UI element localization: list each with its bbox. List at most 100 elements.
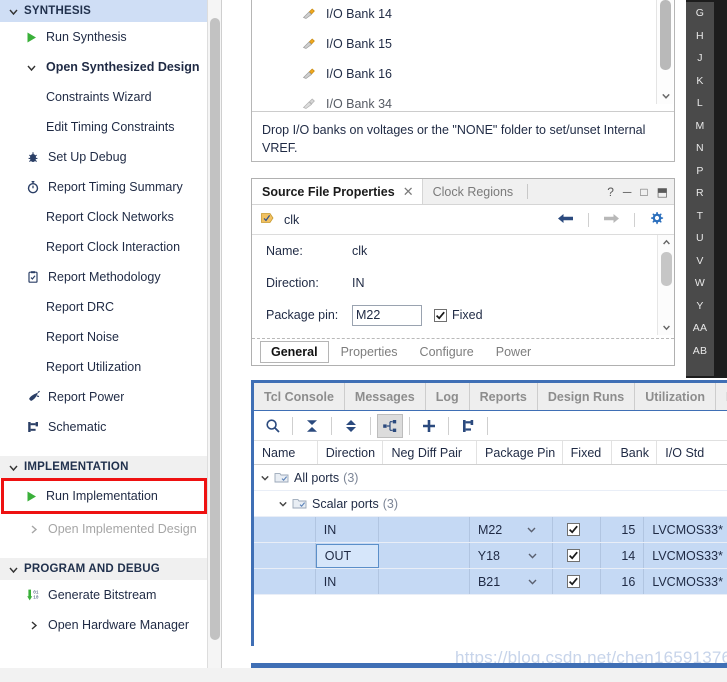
sidebar-item-report-utilization[interactable]: Report Utilization [0, 352, 221, 382]
cell-bank[interactable]: 16 [601, 569, 645, 594]
chevron-down-icon[interactable] [527, 576, 538, 587]
tab-reports[interactable]: Reports [470, 383, 538, 410]
sidebar-item-run-implementation[interactable]: Run Implementation [1, 478, 207, 514]
sidebar-scrollbar-thumb[interactable] [210, 18, 220, 640]
direction-editor[interactable]: OUT [315, 543, 380, 568]
tab-power[interactable]: Power [486, 342, 541, 362]
sidebar-item-report-clock-interaction[interactable]: Report Clock Interaction [0, 232, 221, 262]
cell-package-pin[interactable]: Y18 [470, 543, 553, 568]
tab-tcl-console[interactable]: Tcl Console [254, 383, 345, 410]
tab-log[interactable]: Log [426, 383, 470, 410]
sidebar-section-program-and-debug[interactable]: PROGRAM AND DEBUG [0, 558, 221, 580]
table-row[interactable]: IN M22 15 LVCMOS33* [254, 517, 727, 543]
chevron-down-icon[interactable] [276, 499, 290, 509]
float-icon[interactable]: ⬒ [657, 186, 668, 198]
sidebar-item-constraints-wizard[interactable]: Constraints Wizard [0, 82, 221, 112]
io-bank-scrollbar-thumb[interactable] [660, 0, 671, 70]
tab-configure[interactable]: Configure [410, 342, 484, 362]
close-icon[interactable]: ✕ [403, 184, 414, 200]
sidebar-item-schematic[interactable]: Schematic [0, 412, 221, 442]
cell-io-std[interactable]: LVCMOS33* [644, 517, 727, 542]
scroll-up-arrow-icon[interactable] [658, 235, 674, 250]
cell-neg-diff-pair[interactable] [379, 543, 470, 568]
cell-neg-diff-pair[interactable] [379, 569, 470, 594]
sidebar-item-generate-bitstream[interactable]: 01 10 Generate Bitstream [0, 580, 221, 610]
help-icon[interactable]: ? [607, 186, 614, 198]
table-row[interactable]: IN B21 16 LVCMOS33* [254, 569, 727, 595]
search-icon[interactable] [260, 414, 286, 438]
fixed-checkbox[interactable] [434, 308, 447, 322]
autofit-icon[interactable] [455, 414, 481, 438]
tab-clock-regions[interactable]: Clock Regions [423, 179, 522, 204]
sidebar-section-implementation[interactable]: IMPLEMENTATION [0, 456, 221, 478]
hierarchy-icon[interactable] [377, 413, 403, 438]
chevron-down-icon[interactable] [527, 550, 538, 561]
cell-name[interactable] [254, 543, 316, 568]
sidebar-item-report-power[interactable]: Report Power [0, 382, 221, 412]
sidebar-item-open-implemented-design[interactable]: Open Implemented Design [0, 514, 221, 544]
list-item[interactable]: I/O Bank 15 [252, 29, 674, 59]
maximize-icon[interactable]: □ [640, 186, 647, 198]
package-pin-input[interactable] [352, 304, 422, 326]
sidebar-item-report-noise[interactable]: Report Noise [0, 322, 221, 352]
chevron-down-icon[interactable] [258, 473, 272, 483]
tab-package-pins[interactable]: Pa [716, 383, 727, 410]
cell-direction[interactable]: IN [316, 569, 380, 594]
scroll-down-arrow-icon[interactable] [658, 320, 674, 335]
sidebar-item-report-drc[interactable]: Report DRC [0, 292, 221, 322]
properties-scrollbar[interactable] [657, 235, 674, 335]
fixed-checkbox[interactable] [567, 523, 581, 536]
sidebar-item-open-hardware-manager[interactable]: Open Hardware Manager [0, 610, 221, 640]
chevron-down-icon[interactable] [526, 524, 537, 535]
list-item[interactable]: I/O Bank 16 [252, 59, 674, 89]
cell-io-std[interactable]: LVCMOS33* [644, 569, 727, 594]
sidebar-item-open-synthesized-design[interactable]: Open Synthesized Design [0, 52, 221, 82]
list-item[interactable]: I/O Bank 14 [252, 0, 674, 29]
cell-direction[interactable]: OUT [315, 543, 380, 568]
sidebar-item-set-up-debug[interactable]: Set Up Debug [0, 142, 221, 172]
expand-all-icon[interactable] [338, 414, 364, 438]
minimize-icon[interactable]: ─ [623, 186, 632, 198]
cell-bank[interactable]: 15 [601, 517, 645, 542]
cell-fixed[interactable] [553, 569, 601, 594]
fixed-checkbox[interactable] [567, 575, 581, 588]
list-item[interactable]: I/O Bank 34 [252, 89, 674, 111]
column-header-io-std[interactable]: I/O Std [657, 441, 727, 464]
tab-design-runs[interactable]: Design Runs [538, 383, 636, 410]
sidebar-item-report-clock-networks[interactable]: Report Clock Networks [0, 202, 221, 232]
table-row[interactable]: All ports (3) [254, 465, 727, 491]
io-bank-scrollbar[interactable] [656, 0, 673, 104]
cell-package-pin[interactable]: B21 [470, 569, 553, 594]
sidebar-item-edit-timing-constraints[interactable]: Edit Timing Constraints [0, 112, 221, 142]
sidebar-item-report-timing-summary[interactable]: Report Timing Summary [0, 172, 221, 202]
sidebar-section-synthesis[interactable]: SYNTHESIS [0, 0, 221, 22]
cell-neg-diff-pair[interactable] [379, 517, 470, 542]
io-bank-list[interactable]: I/O Bank 14 I/O Bank 15 I/O Bank 16 I/O … [252, 0, 674, 111]
cell-name[interactable] [254, 569, 316, 594]
column-header-package-pin[interactable]: Package Pin [477, 441, 563, 464]
cell-fixed[interactable] [553, 543, 601, 568]
properties-scrollbar-thumb[interactable] [661, 252, 672, 286]
sidebar-item-run-synthesis[interactable]: Run Synthesis [0, 22, 221, 52]
column-header-fixed[interactable]: Fixed [563, 441, 613, 464]
column-header-name[interactable]: Name [254, 441, 318, 464]
cell-package-pin[interactable]: M22 [470, 517, 553, 542]
tab-general[interactable]: General [260, 341, 329, 363]
cell-io-std[interactable]: LVCMOS33* [644, 543, 727, 568]
sidebar-scrollbar[interactable] [207, 0, 221, 682]
collapse-all-icon[interactable] [299, 414, 325, 438]
gear-icon[interactable] [649, 211, 664, 229]
table-row[interactable]: OUT Y18 14 LVCMOS33* [254, 543, 727, 569]
tab-properties[interactable]: Properties [331, 342, 408, 362]
scroll-down-arrow-icon[interactable] [657, 88, 674, 104]
cell-name[interactable] [254, 517, 316, 542]
back-arrow-icon[interactable] [557, 212, 574, 228]
package-view-strip[interactable]: G H J K L M N P R T U V W Y AA AB [686, 0, 727, 378]
cell-fixed[interactable] [553, 517, 601, 542]
column-header-direction[interactable]: Direction [318, 441, 384, 464]
fixed-checkbox[interactable] [567, 549, 581, 562]
tab-source-file-properties[interactable]: Source File Properties ✕ [252, 179, 423, 204]
column-header-bank[interactable]: Bank [612, 441, 658, 464]
sidebar-item-report-methodology[interactable]: Report Methodology [0, 262, 221, 292]
tab-utilization[interactable]: Utilization [635, 383, 716, 410]
